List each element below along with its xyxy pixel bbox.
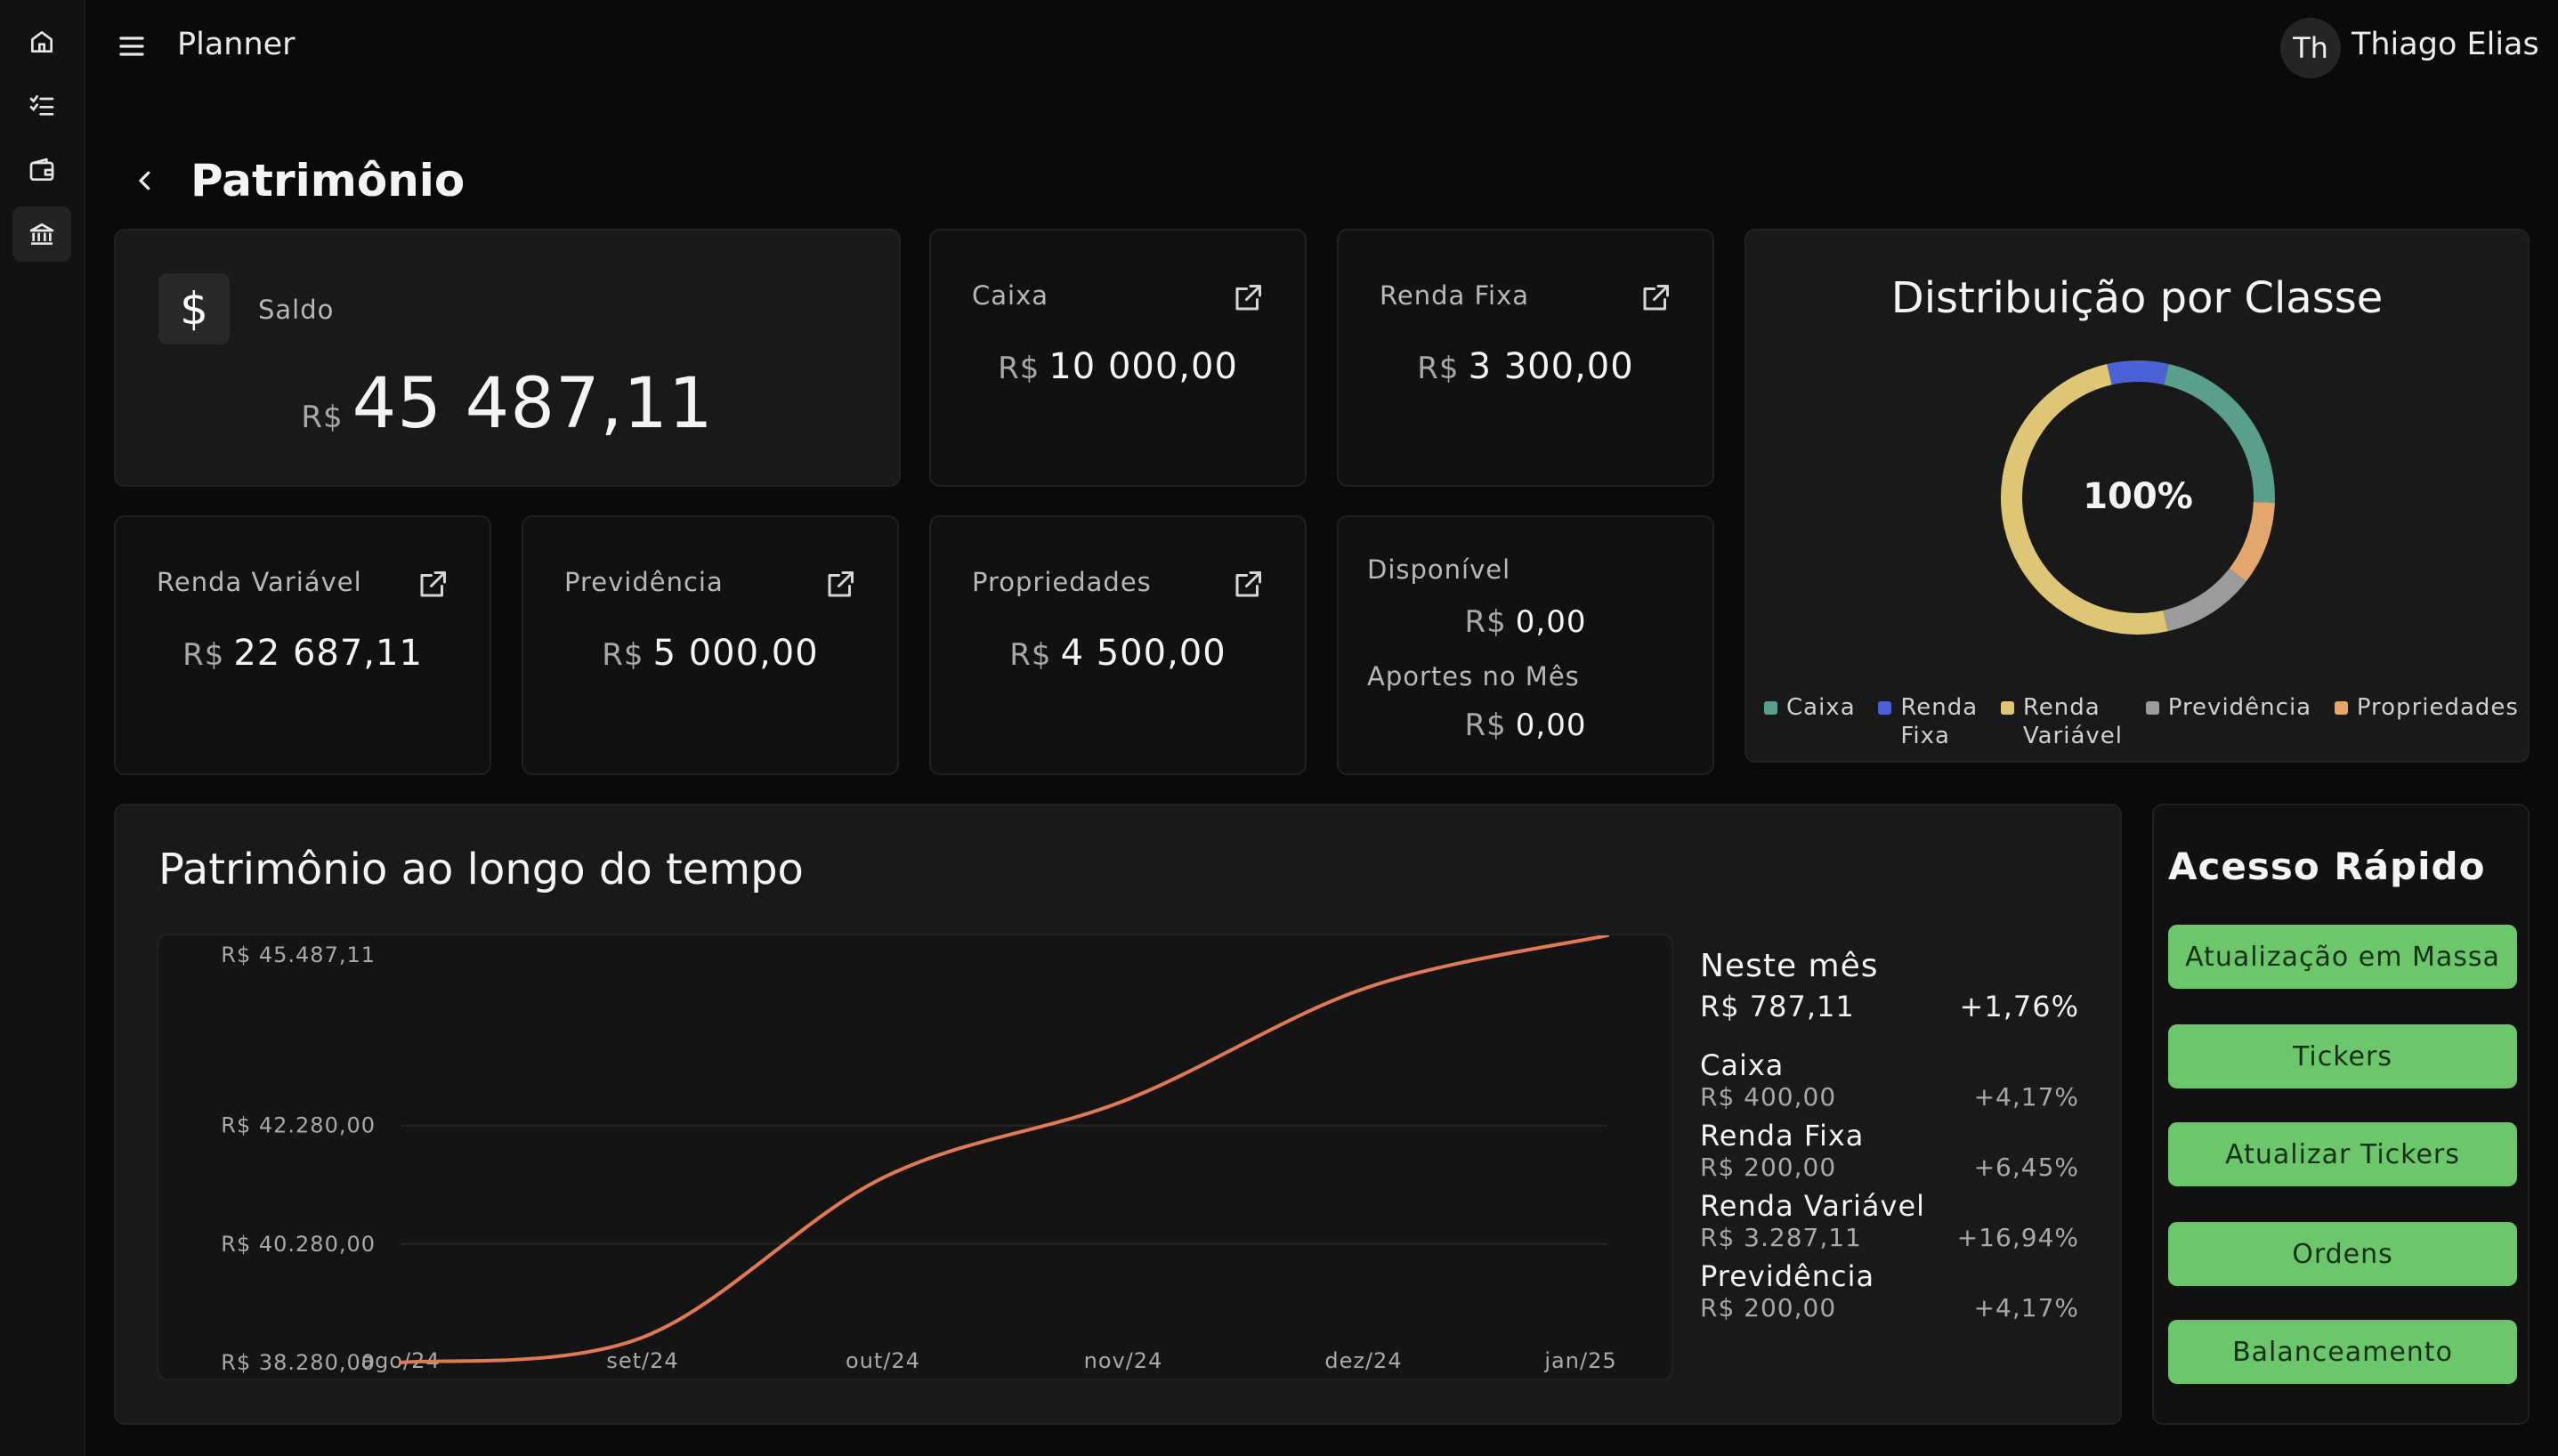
- aportes-label: Aportes no Mês: [1367, 661, 1580, 692]
- x-tick-label: jan/25: [1543, 1348, 1616, 1373]
- caixa-label: Caixa: [972, 280, 1049, 311]
- nav-wallet-button[interactable]: [12, 142, 71, 198]
- legend-item-previdencia[interactable]: Previdência: [2145, 693, 2311, 750]
- month-total-pct: +1,76%: [1959, 990, 2079, 1023]
- stat-item-caixa: Caixa R$ 400,00 +4,17%: [1700, 1048, 2079, 1112]
- donut-center-label: 100%: [2083, 476, 2193, 517]
- app-title: Planner: [177, 27, 295, 62]
- external-link-icon[interactable]: [1639, 282, 1672, 314]
- user-name[interactable]: Thiago Elias: [2352, 27, 2539, 62]
- legend-swatch: [1764, 701, 1777, 715]
- y-tick-label: R$ 45.487,11: [221, 942, 376, 967]
- external-link-icon[interactable]: [417, 569, 449, 601]
- legend-swatch: [1878, 701, 1892, 715]
- x-tick-label: nov/24: [1084, 1348, 1163, 1373]
- stat-item-previdencia: Previdência R$ 200,00 +4,17%: [1700, 1259, 2079, 1323]
- nav-rail: [0, 0, 85, 1456]
- back-icon[interactable]: [132, 166, 158, 196]
- orders-button[interactable]: Ordens: [2168, 1222, 2517, 1286]
- distribution-donut: 100%: [2000, 360, 2275, 635]
- update-tickers-button[interactable]: Atualizar Tickers: [2168, 1122, 2517, 1186]
- renda-fixa-value: R$ 3 300,00: [1417, 346, 1634, 387]
- y-tick-label: R$ 38.280,00: [221, 1350, 376, 1375]
- bulk-update-button[interactable]: Atualização em Massa: [2168, 925, 2517, 989]
- external-link-icon[interactable]: [1232, 282, 1264, 314]
- legend-swatch: [2145, 701, 2159, 715]
- menu-icon[interactable]: [116, 30, 148, 62]
- propriedades-card[interactable]: Propriedades R$ 4 500,00: [929, 515, 1307, 775]
- saldo-label: Saldo: [258, 295, 335, 325]
- saldo-card: $ Saldo R$ 45 487,11: [114, 229, 901, 487]
- saldo-amount: 45 487,11: [352, 364, 714, 444]
- y-tick-label: R$ 42.280,00: [221, 1113, 376, 1138]
- distribution-legend: Caixa Renda Fixa Renda Variável Previdênci…: [1764, 693, 2519, 750]
- stat-item-renda-fixa: Renda Fixa R$ 200,00 +6,45%: [1700, 1119, 2079, 1182]
- renda-fixa-label: Renda Fixa: [1380, 280, 1530, 311]
- bank-icon: [29, 223, 54, 245]
- nav-home-button[interactable]: [12, 14, 71, 69]
- saldo-value: R$ 45 487,11: [301, 364, 714, 444]
- renda-variavel-value: R$ 22 687,11: [182, 633, 423, 674]
- page-title: Patrimônio: [190, 155, 465, 206]
- timeline-chart: R$ 45.487,11 R$ 42.280,00 R$ 40.280,00 R$ 3…: [157, 934, 1673, 1380]
- series-line: [399, 934, 1609, 1364]
- external-link-icon[interactable]: [824, 569, 856, 601]
- legend-swatch: [2000, 701, 2014, 715]
- distribution-title: Distribuição por Classe: [1890, 273, 2384, 323]
- quick-access-title: Acesso Rápido: [2168, 845, 2486, 888]
- external-link-icon[interactable]: [1232, 569, 1264, 601]
- renda-variavel-label: Renda Variável: [157, 567, 362, 597]
- x-tick-label: dez/24: [1324, 1348, 1402, 1373]
- propriedades-label: Propriedades: [972, 567, 1152, 597]
- month-stats-title: Neste mês: [1700, 948, 1879, 984]
- disponivel-card: Disponível R$ 0,00 Aportes no Mês R$ 0,00: [1337, 515, 1714, 775]
- quick-access-card: Acesso Rápido Atualização em Massa Ticke…: [2152, 804, 2530, 1425]
- caixa-card[interactable]: Caixa R$ 10 000,00: [929, 229, 1307, 487]
- previdencia-label: Previdência: [564, 567, 724, 597]
- legend-item-caixa[interactable]: Caixa: [1764, 693, 1856, 750]
- avatar[interactable]: Th: [2280, 18, 2341, 78]
- legend-item-propriedades[interactable]: Propriedades: [2334, 693, 2519, 750]
- line-chart-svg: R$ 45.487,11 R$ 42.280,00 R$ 40.280,00 R$ 3…: [221, 934, 1616, 1375]
- donut-segment-propriedades[interactable]: [2229, 501, 2275, 582]
- timeline-card: Patrimônio ao longo do tempo R$ 45.487,1…: [114, 804, 2122, 1425]
- disponivel-label: Disponível: [1367, 554, 1511, 585]
- propriedades-value: R$ 4 500,00: [1009, 633, 1226, 674]
- caixa-value: R$ 10 000,00: [998, 346, 1238, 387]
- aportes-value: R$ 0,00: [1464, 708, 1587, 743]
- legend-item-renda-fixa[interactable]: Renda Fixa: [1878, 693, 1978, 750]
- tickers-button[interactable]: Tickers: [2168, 1024, 2517, 1088]
- nav-tasks-button[interactable]: [12, 78, 71, 133]
- wallet-icon: [29, 158, 54, 181]
- month-total-value: R$ 787,11: [1700, 990, 1855, 1023]
- stat-item-renda-variavel: Renda Variável R$ 3.287,11 +16,94%: [1700, 1189, 2079, 1252]
- donut-segment-previd-ncia[interactable]: [2163, 568, 2246, 632]
- y-tick-label: R$ 40.280,00: [221, 1232, 376, 1257]
- renda-fixa-card[interactable]: Renda Fixa R$ 3 300,00: [1337, 229, 1714, 487]
- donut-segment-renda-fixa[interactable]: [2107, 360, 2169, 385]
- distribution-card: Distribuição por Classe 100% Caixa Renda…: [1744, 229, 2530, 763]
- rebalance-button[interactable]: Balanceamento: [2168, 1320, 2517, 1384]
- previdencia-card[interactable]: Previdência R$ 5 000,00: [522, 515, 899, 775]
- checklist-icon: [29, 95, 54, 116]
- dollar-icon: $: [158, 273, 230, 344]
- home-icon: [31, 31, 53, 53]
- renda-variavel-card[interactable]: Renda Variável R$ 22 687,11: [114, 515, 491, 775]
- legend-item-renda-variavel[interactable]: Renda Variável: [2000, 693, 2123, 750]
- x-tick-label: set/24: [606, 1348, 678, 1373]
- legend-swatch: [2334, 701, 2348, 715]
- month-stats: Neste mês R$ 787,11 +1,76% Caixa R$ 400,…: [1700, 948, 2079, 1323]
- disponivel-value: R$ 0,00: [1464, 604, 1587, 640]
- x-tick-label: out/24: [846, 1348, 920, 1373]
- timeline-title: Patrimônio ao longo do tempo: [158, 845, 804, 894]
- previdencia-value: R$ 5 000,00: [602, 633, 819, 674]
- nav-patrimonio-button[interactable]: [12, 206, 71, 262]
